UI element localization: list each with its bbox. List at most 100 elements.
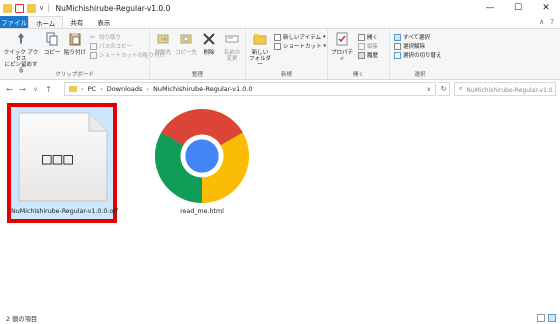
forward-button[interactable]: → (16, 85, 29, 94)
properties-icon (336, 32, 348, 46)
back-button[interactable]: ← (3, 85, 16, 94)
title-separator: | (47, 4, 50, 12)
copy-path-button[interactable]: パスのコピー (90, 42, 132, 50)
maximize-button[interactable]: ☐ (504, 0, 532, 16)
select-all-label: すべて選択 (403, 35, 430, 41)
search-box[interactable]: ⌕ NuMichishirube-Regular-v1.0.0の検索 (454, 82, 556, 96)
new-folder-icon[interactable] (27, 3, 36, 13)
move-to-icon (157, 34, 169, 44)
edit-label: 編集 (367, 44, 379, 50)
edit-icon (358, 42, 365, 50)
open-group: プロパティ 開く 編集 履歴 開く (328, 29, 390, 79)
select-all-icon (394, 33, 401, 41)
breadcrumb-pc[interactable]: PC (88, 85, 96, 93)
minimize-button[interactable]: — (476, 0, 504, 16)
html-file-item[interactable]: read_me.html (144, 107, 260, 219)
organize-group-label: 整理 (191, 72, 203, 78)
refresh-button[interactable]: ↻ (438, 82, 450, 96)
search-icon: ⌕ (459, 85, 463, 92)
ribbon-tabs: ファイル ホーム 共有 表示 ∧ ? (0, 16, 560, 28)
details-view-icon[interactable] (537, 314, 545, 322)
paste-icon (69, 33, 81, 46)
html-file-name: read_me.html (180, 208, 224, 215)
new-folder-icon (253, 34, 267, 45)
properties-label: プロパティ (330, 50, 353, 62)
tab-share[interactable]: 共有 (63, 16, 90, 28)
move-to-label: 移動先 (154, 50, 172, 56)
new-item-button[interactable]: 新しいアイテム ▾ (274, 33, 325, 41)
copy-icon (46, 32, 58, 46)
pin-icon (18, 33, 24, 45)
address-dropdown-icon[interactable]: ∨ (427, 86, 431, 93)
select-all-button[interactable]: すべて選択 (394, 33, 430, 41)
new-item-icon (274, 33, 281, 41)
invert-selection-button[interactable]: 選択の切り替え (394, 51, 442, 59)
copy-to-label: コピー先 (175, 50, 198, 56)
edit-button[interactable]: 編集 (358, 42, 378, 50)
delete-label: 削除 (203, 50, 215, 56)
delete-icon (203, 33, 215, 45)
recent-locations-chevron-icon[interactable]: ∨ (29, 86, 42, 93)
scissors-icon: ✂ (90, 33, 96, 41)
history-label: 履歴 (367, 53, 379, 59)
select-none-icon (394, 42, 401, 50)
easy-access-label: ショートカット (283, 44, 322, 50)
copy-path-label: パスのコピー (99, 44, 133, 50)
chevron-down-icon: ▾ (322, 34, 326, 40)
shortcut-icon (274, 42, 281, 50)
tab-file[interactable]: ファイル (0, 16, 28, 28)
rename-icon (225, 35, 239, 43)
tab-home[interactable]: ホーム (28, 16, 64, 28)
properties-check-icon[interactable] (15, 3, 24, 13)
item-count: 2 個の項目 (6, 315, 38, 323)
up-button[interactable]: ↑ (42, 85, 55, 94)
paste-button[interactable]: 貼り付け (64, 32, 86, 56)
folder-icon (3, 3, 12, 13)
collapse-ribbon-icon[interactable]: ∧ (539, 18, 544, 26)
shortcut-icon (90, 51, 97, 59)
breadcrumb-separator: › (146, 85, 149, 93)
cut-button[interactable]: ✂ 切り取り (90, 33, 121, 42)
select-none-button[interactable]: 選択解除 (394, 42, 425, 50)
move-to-button[interactable]: 移動先 (152, 32, 174, 56)
search-placeholder: NuMichishirube-Regular-v1.0.0の検索 (466, 86, 555, 94)
breadcrumb-downloads[interactable]: Downloads (107, 85, 143, 93)
font-file-item[interactable]: □□□ NuMichishirube-Regular-v1.0.0.otf (11, 107, 118, 219)
title-bar: ∨ | NuMichishirube-Regular-v1.0.0 — ☐ ✕ (0, 0, 560, 16)
history-button[interactable]: 履歴 (358, 51, 378, 59)
new-group-label: 新規 (280, 72, 292, 78)
breadcrumb-separator: › (81, 85, 84, 93)
ribbon: クイック アクセス にピン留めする コピー 貼り付け ✂ 切り取り パスのコピー… (0, 28, 560, 80)
chrome-icon (154, 108, 250, 204)
rename-button[interactable]: 名前の 変更 (221, 32, 243, 62)
help-icon[interactable]: ? (550, 18, 554, 26)
copy-label: コピー (43, 50, 61, 56)
easy-access-button[interactable]: ショートカット ▾ (274, 42, 326, 50)
font-file-name: NuMichishirube-Regular-v1.0.0.otf (11, 208, 118, 215)
close-button[interactable]: ✕ (532, 0, 560, 16)
folder-icon (69, 86, 77, 92)
history-icon (358, 51, 365, 59)
navigation-bar: ← → ∨ ↑ › PC › Downloads › NuMichishirub… (0, 80, 560, 98)
rename-label: 名前の 変更 (223, 50, 241, 62)
window-title: NuMichishirube-Regular-v1.0.0 (55, 3, 171, 13)
large-icons-view-icon[interactable] (548, 314, 556, 322)
missing-glyph-text: □□□ (42, 149, 74, 168)
open-group-label: 開く (352, 72, 364, 78)
new-group: 新しい フォルダー 新しいアイテム ▾ ショートカット ▾ 新規 (246, 29, 328, 79)
delete-button[interactable]: 削除 (199, 32, 219, 56)
pin-quick-access-button[interactable]: クイック アクセス にピン留めする (3, 32, 39, 74)
copy-to-button[interactable]: コピー先 (175, 32, 197, 56)
select-none-label: 選択解除 (403, 44, 426, 50)
qat-dropdown-icon[interactable]: ∨ (39, 4, 44, 12)
breadcrumb-current-folder[interactable]: NuMichishirube-Regular-v1.0.0 (153, 85, 253, 93)
select-group-label: 選択 (414, 72, 426, 78)
paste-label: 貼り付け (64, 50, 87, 56)
address-bar[interactable]: › PC › Downloads › NuMichishirube-Regula… (64, 82, 436, 96)
new-folder-button[interactable]: 新しい フォルダー (248, 32, 272, 68)
properties-button[interactable]: プロパティ (329, 32, 355, 62)
open-label: 開く (367, 35, 379, 41)
open-button[interactable]: 開く (358, 33, 378, 41)
copy-button[interactable]: コピー (42, 32, 62, 56)
tab-view[interactable]: 表示 (90, 16, 117, 28)
